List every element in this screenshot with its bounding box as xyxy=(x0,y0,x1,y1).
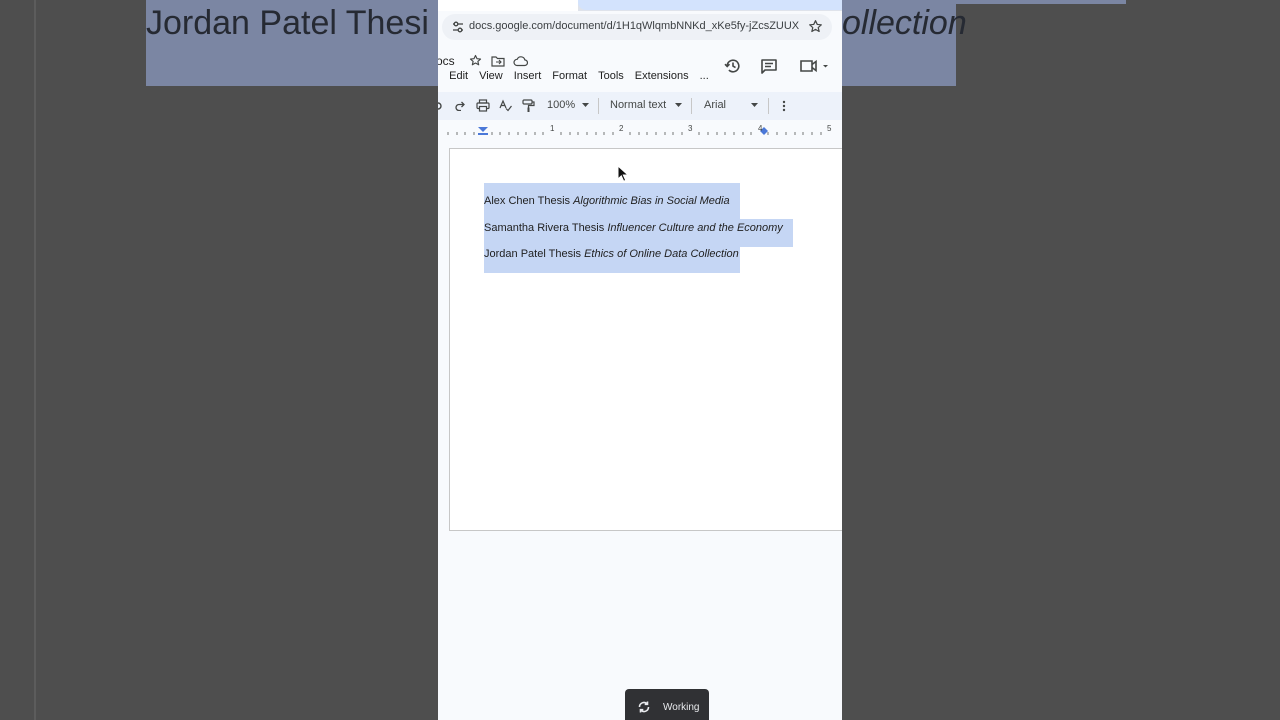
document-line[interactable]: Samantha Rivera Thesis Influencer Cultur… xyxy=(484,222,783,234)
undo-icon[interactable] xyxy=(438,99,443,111)
menu-view[interactable]: View xyxy=(479,70,503,86)
font-select[interactable]: Arial xyxy=(704,99,726,111)
menu-edit[interactable]: Edit xyxy=(449,70,468,86)
ruler-mark: 3 xyxy=(688,124,693,133)
line-plain-text: Samantha Rivera Thesis xyxy=(484,222,608,234)
line-italic-title: Ethics of Online Data Collection xyxy=(584,248,739,260)
site-settings-icon[interactable] xyxy=(451,20,465,34)
menu-tools[interactable]: Tools xyxy=(598,70,624,86)
zoom-dropdown-icon[interactable] xyxy=(582,103,589,107)
ruler-mark: 5 xyxy=(827,124,832,133)
style-dropdown-icon[interactable] xyxy=(675,103,682,107)
ruler-mark: 4 xyxy=(758,124,763,133)
mouse-cursor-icon xyxy=(617,165,630,182)
menu-bar: e Edit View Insert Format Tools Extensio… xyxy=(438,70,720,86)
url-text[interactable]: docs.google.com/document/d/1H1qWlqmbNNKd… xyxy=(469,20,799,32)
star-doc-icon[interactable] xyxy=(469,54,482,67)
comments-icon[interactable] xyxy=(760,58,778,75)
redo-icon[interactable] xyxy=(454,99,466,111)
version-history-icon[interactable] xyxy=(724,57,742,75)
more-options-icon[interactable] xyxy=(782,100,786,112)
line-italic-title: Influencer Culture and the Economy xyxy=(607,222,783,234)
toolbar-divider xyxy=(768,98,769,114)
move-folder-icon[interactable] xyxy=(491,55,505,67)
toolbar-divider xyxy=(598,98,599,114)
zoom-select[interactable]: 100% xyxy=(547,99,575,111)
menu-more[interactable]: ... xyxy=(700,70,709,86)
cloud-saved-icon[interactable] xyxy=(513,55,528,67)
line-italic-title: Algorithmic Bias in Social Media xyxy=(573,195,730,207)
menu-format[interactable]: Format xyxy=(552,70,587,86)
ruler[interactable] xyxy=(438,122,842,138)
ruler-mark: 2 xyxy=(619,124,624,133)
paragraph-style-select[interactable]: Normal text xyxy=(610,99,666,111)
print-icon[interactable] xyxy=(476,99,490,112)
sync-icon xyxy=(638,701,650,713)
spellcheck-icon[interactable] xyxy=(499,99,512,112)
meet-call-icon[interactable] xyxy=(800,59,830,73)
backdrop-edge xyxy=(34,0,36,720)
bookmark-star-icon[interactable] xyxy=(808,19,823,34)
font-dropdown-icon[interactable] xyxy=(751,103,758,107)
menu-extensions[interactable]: Extensions xyxy=(635,70,689,86)
ruler-mark: 1 xyxy=(550,124,555,133)
docs-window: docs.google.com/document/d/1H1qWlqmbNNKd… xyxy=(438,0,842,720)
backdrop-zoomed-text-right: ollection xyxy=(842,4,967,42)
paint-format-icon[interactable] xyxy=(522,99,535,113)
browser-tab-strip-area xyxy=(578,0,842,10)
browser-tab-active[interactable] xyxy=(438,0,578,11)
left-indent-marker xyxy=(478,127,488,132)
document-line[interactable]: Jordan Patel Thesis Ethics of Online Dat… xyxy=(484,248,739,260)
line-plain-text: Alex Chen Thesis xyxy=(484,195,574,207)
status-toast-text: Working xyxy=(663,702,700,713)
line-plain-text: Jordan Patel Thesis xyxy=(484,248,585,260)
toolbar-divider xyxy=(691,98,692,114)
app-title: ocs xyxy=(438,54,455,68)
menu-insert[interactable]: Insert xyxy=(514,70,542,86)
backdrop-zoomed-text: Jordan Patel Thesi xyxy=(146,4,429,42)
document-line[interactable]: Alex Chen Thesis Algorithmic Bias in Soc… xyxy=(484,195,730,207)
